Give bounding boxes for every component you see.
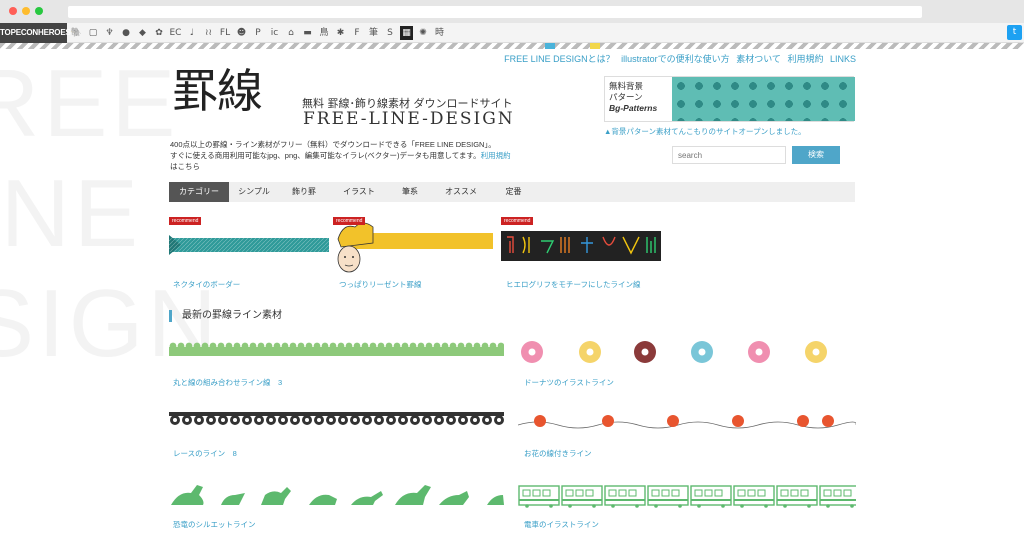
toplink-material[interactable]: 素材ついて [736, 54, 781, 64]
twitter-icon[interactable]: t [1007, 25, 1022, 40]
item-caption-flower[interactable]: お花の線付きライン [524, 448, 592, 459]
bird-icon[interactable]: 鳥 [318, 26, 331, 40]
nav-decorative[interactable]: 飾り罫 [279, 182, 329, 202]
p-icon[interactable]: P [252, 26, 265, 40]
clock-icon[interactable]: 時 [433, 26, 446, 40]
nav-brush[interactable]: 筆系 [389, 182, 431, 202]
icon-on-icon[interactable]: ic [268, 26, 281, 40]
s-icon[interactable]: S [384, 26, 397, 40]
description-line-3: はこちら [170, 162, 200, 171]
top-links: FREE LINE DESIGNとは？ illustratorでの便利な使い方 … [500, 52, 856, 65]
featured-item-regent[interactable]: recommend [333, 217, 493, 273]
description-line-2: すぐに使える商用利用可能なjpg、png、編集可能なイラレ(ベクター)データも用… [170, 150, 520, 161]
recommend-tag: recommend [501, 217, 534, 225]
item-caption-train[interactable]: 電車のイラストライン [524, 519, 599, 530]
topconheroes-brand[interactable]: TOPECONHEROES [0, 23, 71, 43]
regent-line-image [337, 222, 493, 273]
banner-line-2: パターン [609, 92, 643, 102]
site-logo-english[interactable]: FREE-LINE-DESIGN [303, 109, 515, 129]
item-caption-dinosaur[interactable]: 恐竜のシルエットライン [173, 519, 256, 530]
nav-category[interactable]: カテゴリー [169, 182, 229, 202]
recommend-tag: recommend [169, 217, 202, 225]
banner-text: 無料背景 パターン Bg-Patterns [609, 81, 657, 114]
site-description: 400点以上の罫線・ライン素材がフリー（無料）でダウンロードできる「FREE L… [170, 139, 520, 172]
featured-caption-hieroglyph[interactable]: ヒエログリフをモチーフにしたライン線 [506, 279, 641, 290]
line-icon[interactable]: ≀≀ [202, 26, 215, 40]
title-bar [0, 0, 1024, 23]
featured-caption-regent[interactable]: つっぱりリーゼント罫線 [339, 279, 422, 290]
elephant-icon[interactable]: 🐘 [70, 26, 83, 40]
item-caption-lace[interactable]: レースのライン 8 [173, 448, 237, 459]
note-icon[interactable]: ♩ [186, 26, 199, 40]
flat-icon[interactable]: FL [219, 26, 232, 40]
page-content: REE INE SIGN FREE LINE DESIGNとは？ illustr… [0, 49, 1024, 544]
bg-patterns-banner[interactable]: 無料背景 パターン Bg-Patterns [604, 76, 855, 122]
toplink-about[interactable]: FREE LINE DESIGNとは？ [504, 54, 615, 64]
site-logo-kanji[interactable]: 罫線 [172, 65, 263, 117]
close-window-button[interactable] [9, 7, 17, 15]
minimize-window-button[interactable] [22, 7, 30, 15]
f-icon[interactable]: F [351, 26, 364, 40]
description-text-2: すぐに使える商用利用可能なjpg、png、編集可能なイラレ(ベクター)データも用… [170, 151, 481, 160]
frame-icon[interactable]: ▢ [87, 26, 100, 40]
toplink-terms[interactable]: 利用規約 [787, 54, 823, 64]
banner-note-link[interactable]: ▲背景パターン素材てんこもりのサイトオープンしました。 [604, 126, 806, 137]
house-icon[interactable]: ⌂ [285, 26, 298, 40]
grid-icon[interactable]: ▦ [400, 26, 413, 40]
description-line-1: 400点以上の罫線・ライン素材がフリー（無料）でダウンロードできる「FREE L… [170, 140, 496, 149]
toplink-illustrator[interactable]: illustratorでの便利な使い方 [621, 54, 730, 64]
dinosaur-line-image[interactable] [169, 481, 504, 507]
address-bar[interactable] [68, 6, 922, 18]
train-line-image[interactable] [518, 483, 856, 509]
figure-icon[interactable]: ♆ [103, 26, 116, 40]
item-caption-circle-line[interactable]: 丸と線の組み合わせライン線 3 [173, 377, 282, 388]
featured-item-hieroglyph[interactable]: recommend [501, 217, 661, 261]
section-title-latest: 最新の罫線ライン素材 [169, 310, 282, 322]
banner-pattern-image [672, 77, 855, 121]
bar-icon[interactable]: ▬ [301, 26, 314, 40]
nav-standard[interactable]: 定番 [491, 182, 536, 202]
nav-recommend[interactable]: オススメ [431, 182, 491, 202]
nav-simple[interactable]: シンプル [229, 182, 279, 202]
search-input[interactable] [672, 146, 786, 164]
circle-line-image[interactable] [169, 342, 504, 356]
burst-icon[interactable]: ✺ [417, 26, 430, 40]
recommend-tag: recommend [333, 217, 366, 225]
ec-icon[interactable]: EC [169, 26, 182, 40]
lace-line-image[interactable] [169, 412, 504, 430]
flower-icon[interactable]: ✿ [153, 26, 166, 40]
featured-item-necktie[interactable]: recommend [169, 217, 329, 261]
search-button[interactable]: 検索 [792, 146, 840, 164]
featured-caption-necktie[interactable]: ネクタイのボーダー [173, 279, 240, 290]
toplink-links[interactable]: LINKS [830, 54, 856, 64]
terms-link[interactable]: 利用規約 [481, 151, 511, 160]
banner-line-1: 無料背景 [609, 81, 644, 91]
browser-window: TOPECONHEROES 🐘 ▢ ♆ ● ◆ ✿ EC ♩ ≀≀ FL ☻ Pic ⌂ ▬ 鳥 ✱ F 筆 S ▦ ✺… [0, 0, 1024, 544]
nav-illustration[interactable]: イラスト [329, 182, 389, 202]
speech-icon[interactable]: ● [120, 26, 133, 40]
donut-line-image[interactable] [518, 339, 838, 365]
diamond-icon[interactable]: ◆ [136, 26, 149, 40]
gear-icon[interactable]: ✱ [334, 26, 347, 40]
flower-line-image[interactable] [518, 409, 856, 433]
banner-line-3: Bg-Patterns [609, 103, 658, 113]
brush-icon[interactable]: 筆 [367, 26, 380, 40]
zoom-window-button[interactable] [35, 7, 43, 15]
category-nav: カテゴリー シンプル 飾り罫 イラスト 筆系 オススメ 定番 [169, 182, 855, 202]
smile-icon[interactable]: ☻ [235, 26, 248, 40]
item-caption-donut[interactable]: ドーナツのイラストライン [524, 377, 614, 388]
